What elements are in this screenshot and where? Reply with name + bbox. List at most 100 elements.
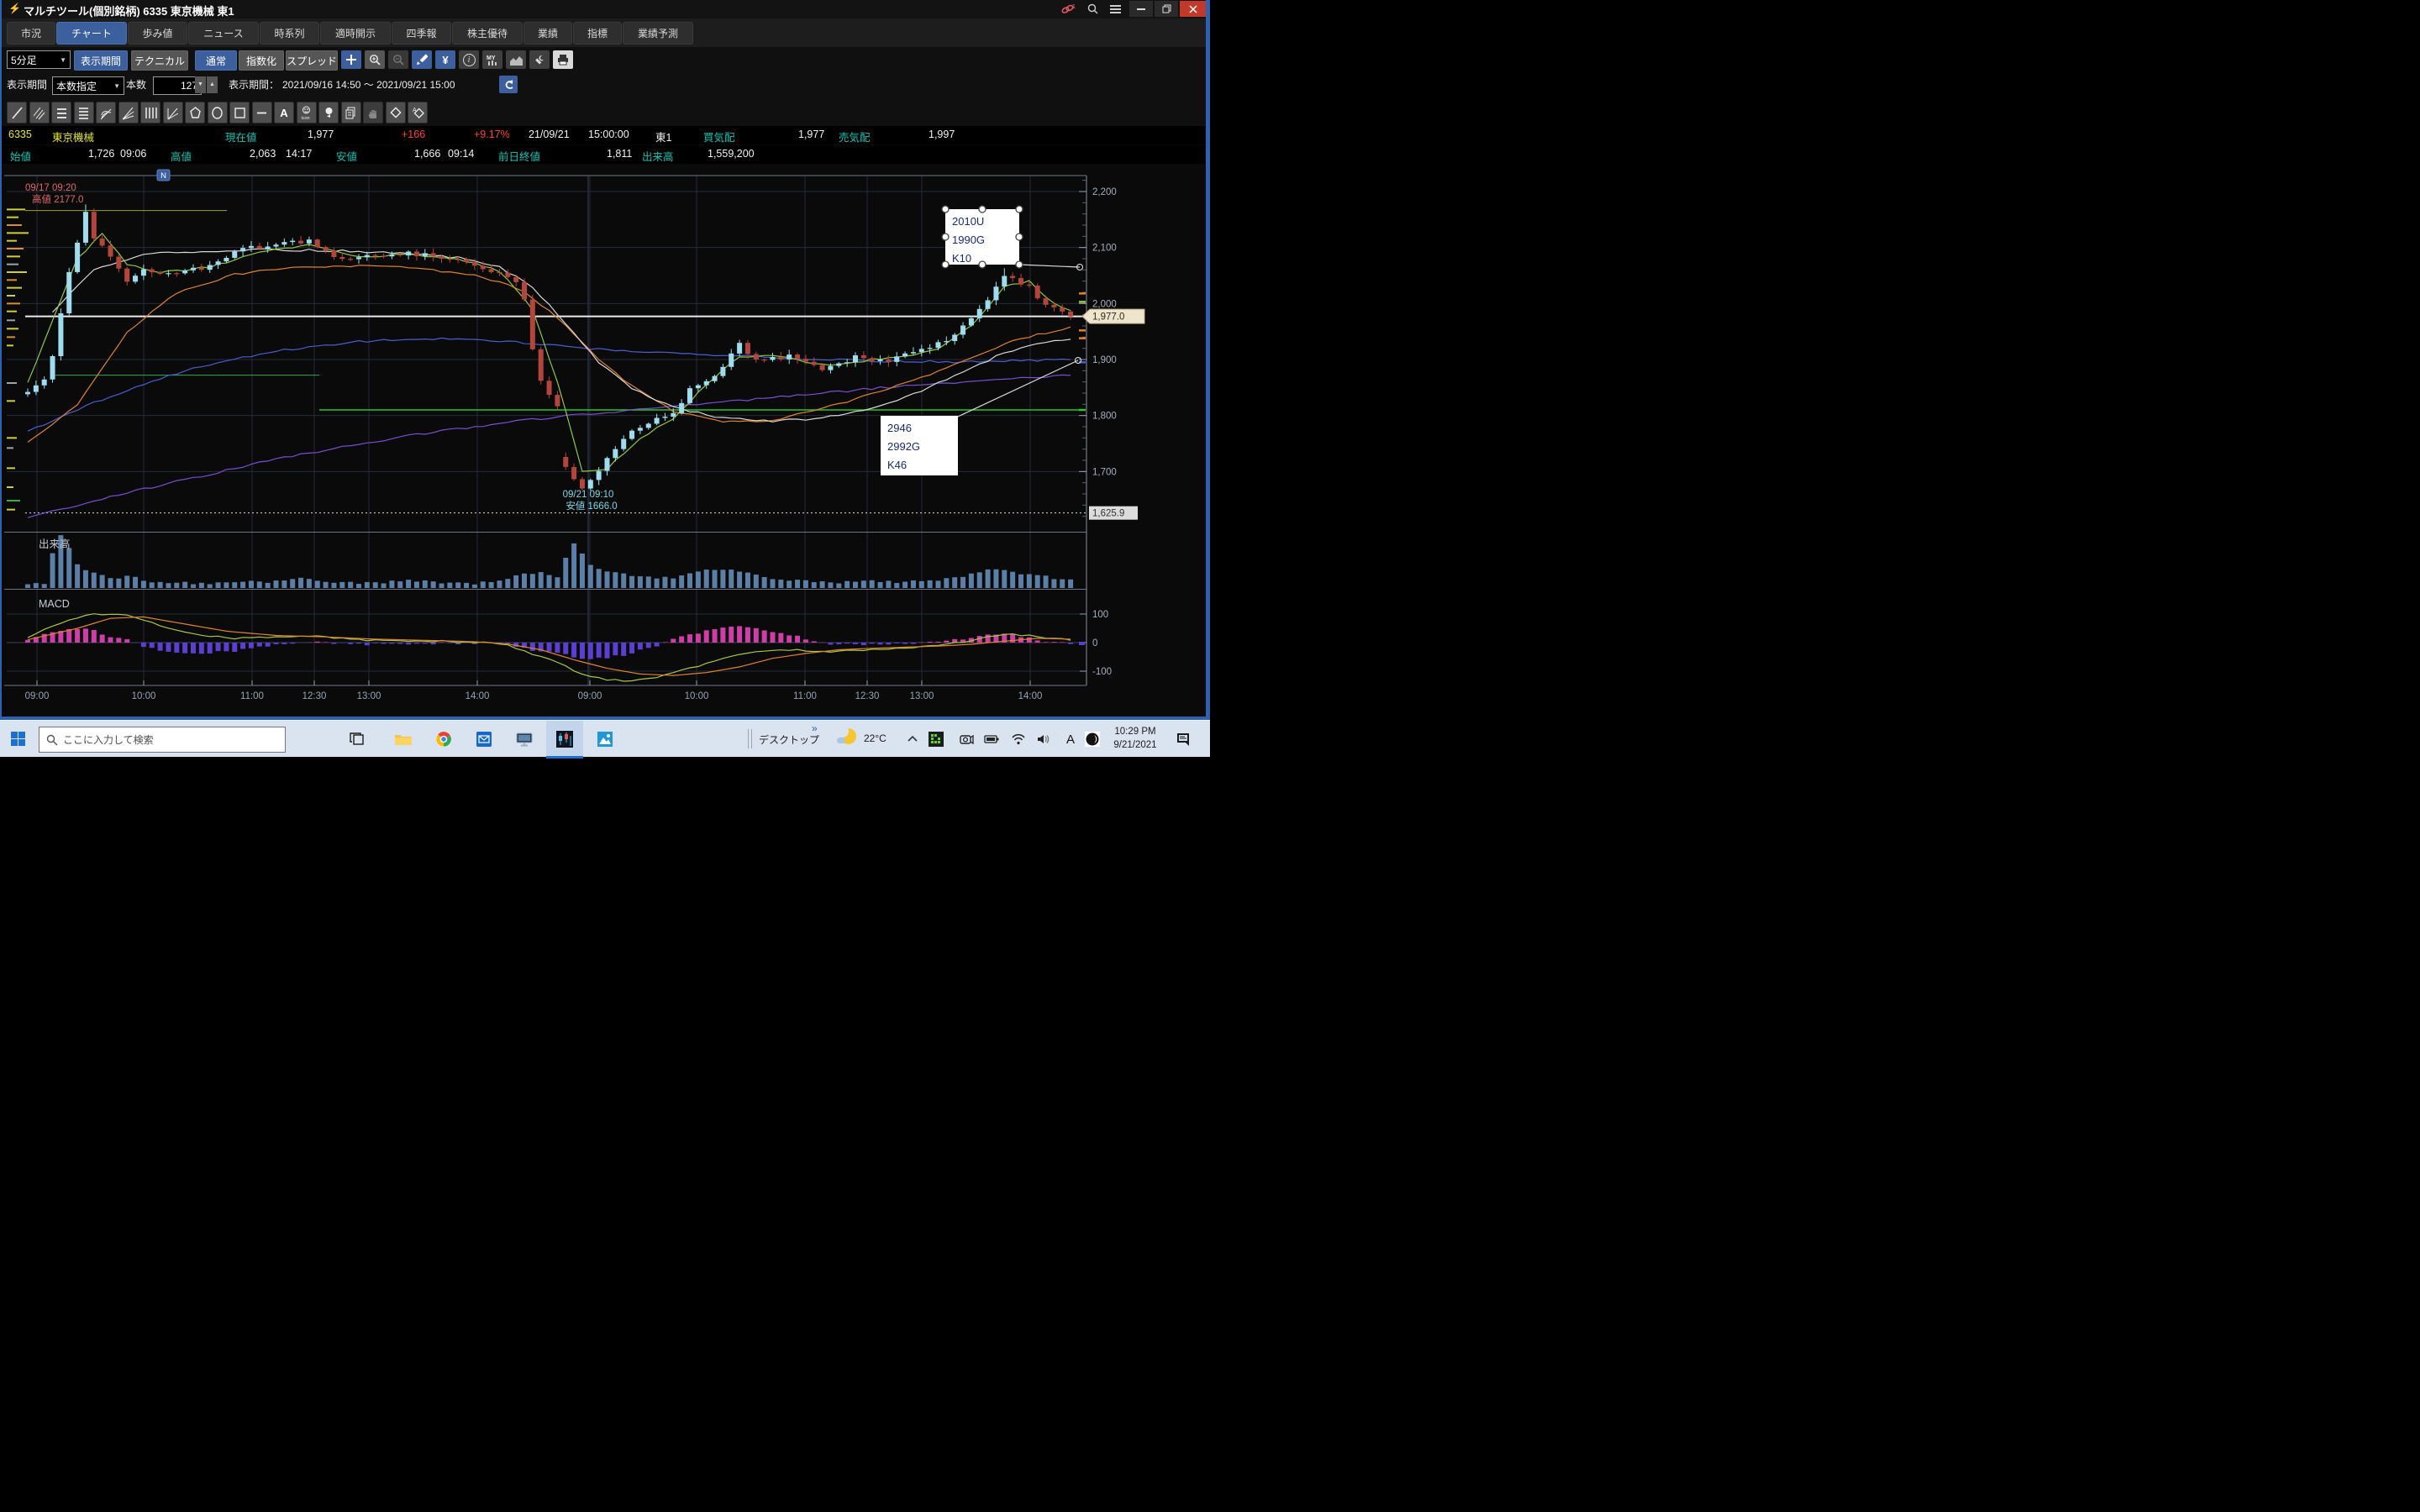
temperature-label[interactable]: 22°C (864, 732, 886, 744)
toolbar-button-テクニカル[interactable]: テクニカル (131, 50, 188, 71)
reset-period-icon[interactable] (499, 76, 518, 93)
eraser-all-icon[interactable]: A (408, 102, 428, 123)
search-icon[interactable] (1082, 1, 1102, 17)
toolbar-button-指数化[interactable]: 指数化 (239, 50, 284, 71)
my-indicator-icon[interactable]: MY (482, 50, 502, 69)
selection-handle[interactable] (979, 261, 986, 268)
high-label: 高値 (171, 148, 192, 164)
fibonacci-retracement-icon[interactable] (51, 102, 71, 123)
fibonacci-arc-icon[interactable] (96, 102, 116, 123)
angle-lines-icon[interactable] (163, 102, 183, 123)
tab-四季報[interactable]: 四季報 (392, 22, 451, 45)
yen-icon[interactable]: ¥ (435, 50, 455, 69)
tab-歩み値[interactable]: 歩み値 (128, 22, 187, 45)
selection-handle[interactable] (942, 234, 949, 240)
settings-wrench-icon[interactable] (529, 50, 550, 69)
tab-株主優待[interactable]: 株主優待 (452, 22, 523, 45)
time-lines-icon[interactable] (140, 102, 160, 123)
camera-icon[interactable] (955, 727, 978, 751)
taskbar-app-chrome[interactable] (432, 727, 455, 751)
info-icon[interactable]: i (459, 50, 479, 69)
svg-text:1,700: 1,700 (1092, 467, 1117, 477)
period-mode-dropdown[interactable]: 本数指定▼ (52, 76, 124, 95)
cycle-tool-icon[interactable] (318, 102, 339, 123)
minimize-button[interactable] (1129, 1, 1153, 17)
text-annotation-box-1[interactable]: 2010U1990GK10 (942, 206, 1083, 270)
fibonacci-fan-icon[interactable] (118, 102, 139, 123)
tab-市況[interactable]: 市況 (7, 22, 55, 45)
ellipse-icon[interactable] (208, 102, 228, 123)
tab-チャート[interactable]: チャート (56, 22, 127, 45)
desktop-toolbar-expand[interactable]: » (812, 722, 818, 734)
toolbar-button-スプレッド[interactable]: スプレッド (286, 50, 338, 71)
taskbar-app-file-explorer[interactable] (392, 727, 415, 751)
price-axis: 2,2002,1002,0001,9001,8001,700 (1079, 181, 1117, 517)
parallel-line-icon[interactable] (29, 102, 50, 123)
link-icon[interactable]: 1 (1057, 1, 1079, 17)
text-icon[interactable]: A (274, 102, 294, 123)
volume-value: 1,559,200 (708, 148, 755, 160)
selection-handle[interactable] (1016, 234, 1023, 240)
plus-icon[interactable] (341, 50, 361, 69)
open-time: 09:06 (120, 148, 146, 160)
count-stepper-down[interactable]: ▼ (195, 76, 206, 93)
eraser-icon[interactable] (386, 102, 406, 123)
desktop-toolbar-label[interactable]: デスクトップ (759, 732, 819, 747)
selection-handle[interactable] (942, 206, 949, 213)
clock[interactable]: 10:29 PM 9/21/2021 (1106, 725, 1165, 752)
area-chart-icon[interactable] (506, 50, 526, 69)
text-annotation-box-2[interactable]: 29462992GK46 (881, 358, 1081, 476)
hand-tool-icon[interactable] (363, 102, 383, 123)
toolbar-button-通常[interactable]: 通常 (195, 50, 237, 71)
tab-時系列[interactable]: 時系列 (260, 22, 319, 45)
start-button[interactable] (7, 727, 30, 751)
tab-業績予測[interactable]: 業績予測 (623, 22, 693, 45)
period-label: 表示期間 (7, 77, 47, 92)
taskbar-app-mail[interactable] (472, 727, 496, 751)
count-stepper-up[interactable]: ▲ (207, 76, 218, 93)
selection-handle[interactable] (942, 261, 949, 268)
menu-icon[interactable] (1104, 1, 1126, 17)
copy-object-icon[interactable] (341, 102, 361, 123)
tab-指標[interactable]: 指標 (573, 22, 622, 45)
tab-適時開示[interactable]: 適時開示 (320, 22, 391, 45)
wifi-icon[interactable] (1007, 727, 1030, 751)
taskbar-app-remote-desktop[interactable] (513, 727, 536, 751)
window-border-right[interactable] (1206, 0, 1210, 720)
close-button[interactable] (1180, 1, 1206, 17)
print-icon[interactable] (553, 50, 573, 69)
zoom-out-icon[interactable] (388, 50, 408, 69)
restore-button[interactable] (1155, 1, 1178, 17)
window-title: マルチツール(個別銘柄) 6335 東京機械 東1 (24, 3, 234, 18)
speaker-icon[interactable] (1032, 727, 1055, 751)
selection-handle[interactable] (1016, 261, 1023, 268)
price-chart[interactable]: 2,2002,1002,0001,9001,8001,7001000-1001,… (0, 165, 1210, 720)
gann-lines-icon[interactable] (74, 102, 94, 123)
toolbar-handle[interactable] (751, 729, 752, 748)
trend-line-icon[interactable] (7, 102, 27, 123)
pencil-icon[interactable] (412, 50, 432, 69)
icon-stamp-icon[interactable]: icon (297, 102, 317, 123)
toolbar-button-表示期間[interactable]: 表示期間 (74, 50, 128, 71)
interval-dropdown[interactable]: 5分足▼ (7, 50, 71, 69)
horizontal-line-icon[interactable] (252, 102, 272, 123)
toolbar-handle[interactable] (748, 729, 749, 748)
taskbar-app-photos[interactable] (593, 727, 617, 751)
selection-handle[interactable] (979, 206, 986, 213)
rectangle-icon[interactable] (229, 102, 250, 123)
tab-業績[interactable]: 業績 (523, 22, 572, 45)
battery-icon[interactable] (980, 727, 1003, 751)
weather-icon[interactable] (837, 728, 857, 748)
chevron-up-icon[interactable] (901, 727, 924, 751)
polygon-icon[interactable] (185, 102, 205, 123)
tab-ニュース[interactable]: ニュース (188, 22, 259, 45)
taskbar-app-task-view[interactable] (346, 727, 370, 751)
taskbar-app-chart-app[interactable] (553, 727, 576, 751)
selection-handle[interactable] (1016, 206, 1023, 213)
ime-mode-icon[interactable] (1081, 727, 1104, 751)
action-center-icon[interactable] (1171, 727, 1195, 751)
search-input[interactable]: ここに入力して検索 (39, 727, 286, 753)
ime-a-icon[interactable]: A (1059, 727, 1082, 751)
zoom-in-icon[interactable] (365, 50, 385, 69)
pixel-app-icon[interactable] (924, 727, 948, 751)
